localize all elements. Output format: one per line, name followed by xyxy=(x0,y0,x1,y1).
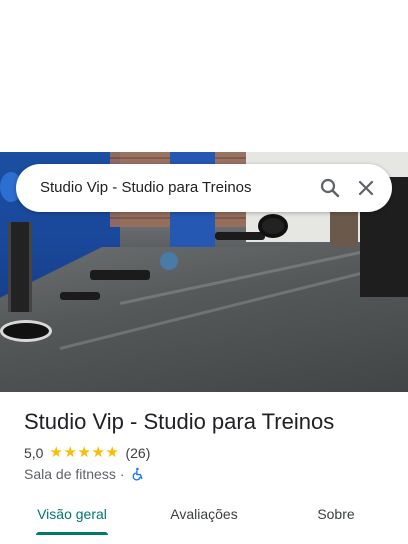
tab-overview[interactable]: Visão geral xyxy=(28,496,116,532)
photo-floor xyxy=(0,247,408,392)
search-query[interactable]: Studio Vip - Studio para Treinos xyxy=(40,164,252,212)
tab-about[interactable]: Sobre xyxy=(300,496,372,532)
close-icon[interactable] xyxy=(354,176,378,200)
category-row: Sala de fitness · xyxy=(24,465,145,483)
photo-dumbbell-rack xyxy=(8,222,32,312)
star-icon: ★ xyxy=(105,444,119,461)
star-icon: ★ xyxy=(91,444,105,461)
place-tabs: Visão geral Avaliações Sobre xyxy=(0,496,408,544)
place-category: Sala de fitness xyxy=(24,466,116,482)
rating-value: 5,0 xyxy=(24,445,44,461)
photo-tire xyxy=(258,214,288,238)
star-icon: ★ xyxy=(49,444,63,461)
review-count[interactable]: (26) xyxy=(125,445,150,461)
photo-ball xyxy=(160,252,178,270)
rating-stars: ★ ★ ★ ★ ★ xyxy=(49,444,119,461)
photo-door xyxy=(330,207,358,247)
map-blank-area xyxy=(0,0,408,152)
star-icon: ★ xyxy=(63,444,77,461)
photo-bench xyxy=(90,270,150,280)
photo-bench xyxy=(60,292,100,300)
search-bar[interactable]: Studio Vip - Studio para Treinos xyxy=(16,164,392,212)
rating-row[interactable]: 5,0 ★ ★ ★ ★ ★ (26) xyxy=(24,444,150,462)
place-title: Studio Vip - Studio para Treinos xyxy=(24,409,335,434)
photo-trampoline xyxy=(0,320,52,342)
search-icon[interactable] xyxy=(318,176,342,200)
separator-dot: · xyxy=(119,466,125,482)
wheelchair-icon xyxy=(131,467,145,481)
photo-bench xyxy=(215,232,265,240)
star-icon: ★ xyxy=(77,444,91,461)
tab-reviews[interactable]: Avaliações xyxy=(158,496,250,532)
active-tab-indicator xyxy=(36,532,108,535)
